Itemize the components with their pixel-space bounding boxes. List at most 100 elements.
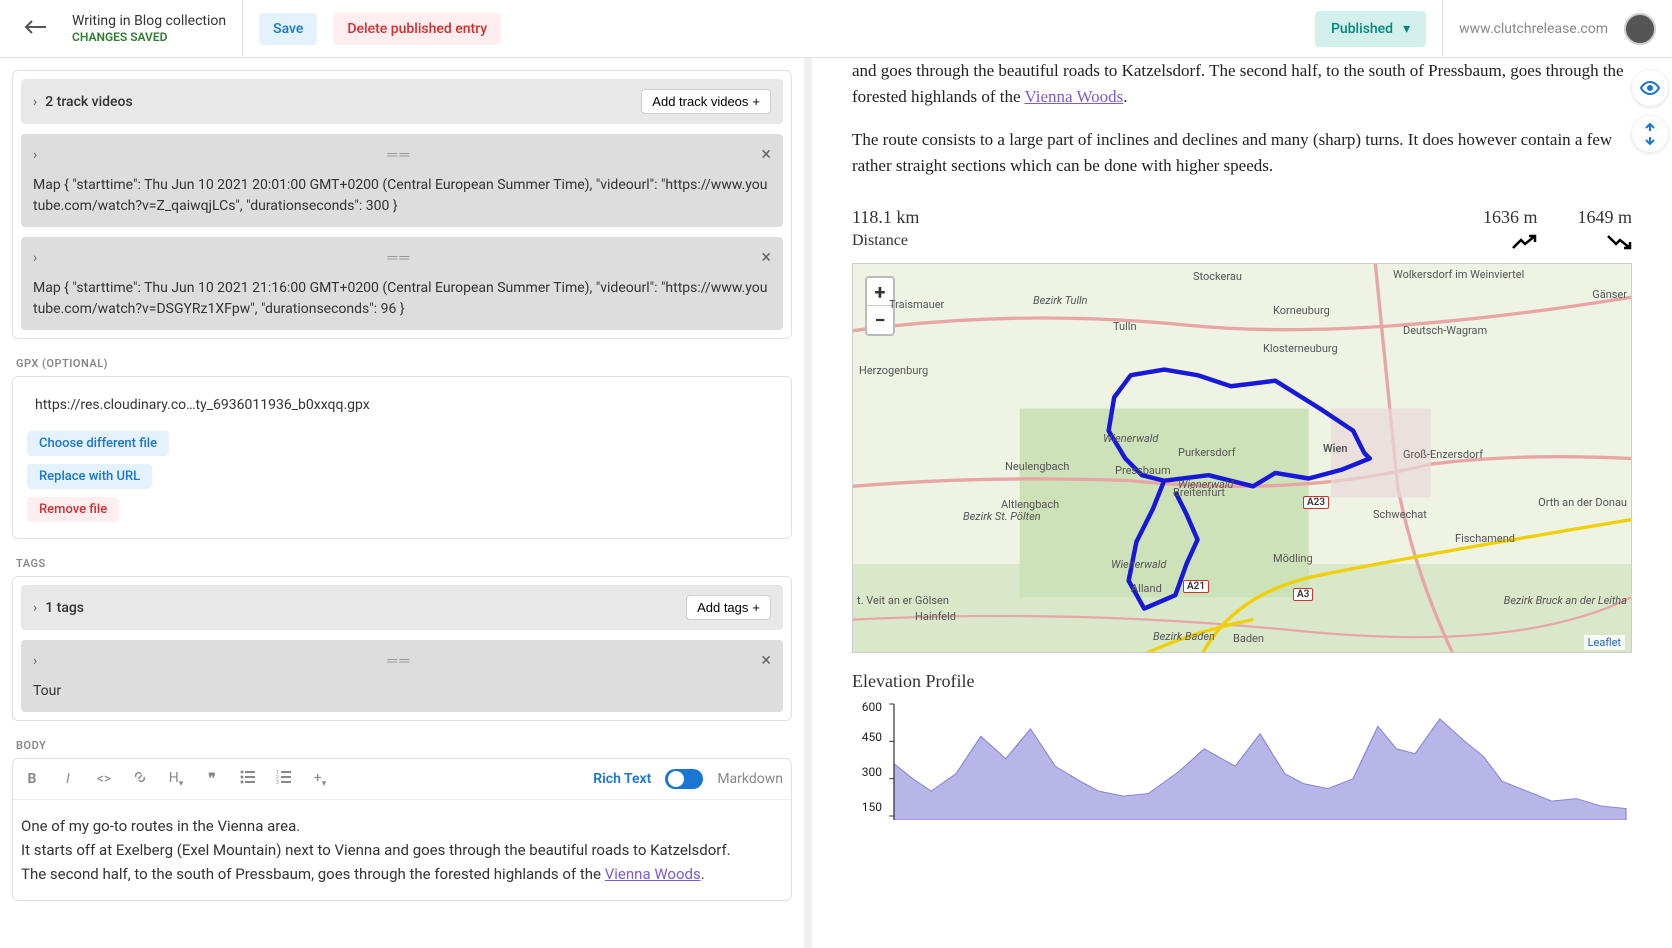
link-icon[interactable] (129, 769, 151, 789)
chevron-right-icon[interactable]: › (33, 250, 37, 266)
delete-button[interactable]: Delete published entry (333, 13, 501, 45)
bullet-list-icon[interactable] (237, 770, 259, 788)
map-place-label: Wienerwald (1103, 432, 1158, 445)
chevron-right-icon[interactable]: › (33, 600, 37, 616)
editor-content[interactable]: One of my go-to routes in the Vienna are… (13, 800, 791, 900)
map-place-label: Wolkersdorf im Weinviertel (1393, 268, 1524, 281)
elevation-chart: 600 450 300 150 (852, 700, 1632, 820)
close-icon[interactable]: × (761, 144, 771, 165)
tag-content: Tour (33, 681, 771, 702)
distance-label: Distance (852, 232, 919, 250)
map-place-label: Hainfeld (915, 610, 956, 623)
code-icon[interactable]: <> (93, 771, 115, 787)
save-button[interactable]: Save (259, 13, 317, 45)
road-badge: A21 (1183, 580, 1209, 593)
track-video-item: › ══ × Map { "starttime": Thu Jun 10 202… (21, 237, 783, 330)
chevron-right-icon[interactable]: › (33, 94, 37, 110)
drag-handle-icon[interactable]: ══ (387, 249, 411, 266)
vienna-woods-link[interactable]: Vienna Woods (605, 865, 701, 883)
close-icon[interactable]: × (761, 247, 771, 268)
map-place-label: Bezirk Tulln (1033, 294, 1088, 307)
map-place-label: Purkersdorf (1178, 446, 1236, 459)
italic-icon[interactable]: I (57, 771, 79, 787)
elevation-up-value: 1636 m (1483, 207, 1538, 228)
avatar[interactable] (1624, 13, 1656, 45)
distance-value: 118.1 km (852, 207, 919, 228)
map-place-label: Orth an der Donau (1538, 496, 1627, 509)
map-place-label: Bezirk Baden (1153, 630, 1215, 643)
elevation-title: Elevation Profile (852, 671, 1632, 692)
vienna-woods-link[interactable]: Vienna Woods (1024, 87, 1123, 106)
map-place-label: Bezirk St. Pölten (963, 510, 1041, 523)
site-url[interactable]: www.clutchrelease.com (1459, 21, 1608, 37)
elevation-down-value: 1649 m (1577, 207, 1632, 228)
back-button[interactable] (16, 10, 56, 48)
leaflet-attribution[interactable]: Leaflet (1584, 635, 1625, 650)
track-videos-header: 2 track videos (45, 94, 633, 110)
remove-file-button[interactable]: Remove file (27, 497, 119, 522)
road-badge: A23 (1303, 496, 1329, 509)
map-place-label: Wien (1323, 442, 1348, 455)
map-place-label: Klosterneuburg (1263, 342, 1338, 355)
plus-icon: + (752, 600, 760, 615)
map-place-label: Tulln (1113, 320, 1137, 333)
preview-paragraph: The route consists to a large part of in… (852, 127, 1632, 180)
chevron-right-icon[interactable]: › (33, 653, 37, 669)
drag-handle-icon[interactable]: ══ (387, 652, 411, 669)
richtext-mode[interactable]: Rich Text (593, 771, 651, 787)
map-place-label: Gänser (1592, 288, 1627, 301)
tags-header: 1 tags (45, 600, 678, 616)
scroll-sync-icon[interactable] (1632, 116, 1668, 152)
trending-down-icon (1606, 234, 1632, 255)
road-badge: A3 (1293, 588, 1313, 601)
preview-toggle-icon[interactable] (1632, 70, 1668, 106)
map-place-label: Groß-Enzersdorf (1403, 448, 1483, 461)
map-place-label: Herzogenburg (859, 364, 928, 377)
bold-icon[interactable]: B (21, 771, 43, 787)
map-place-label: Deutsch-Wagram (1403, 324, 1487, 337)
map-place-label: Wienerwald (1111, 558, 1166, 571)
gpx-label: GPX (OPTIONAL) (16, 357, 792, 370)
editor-mode-toggle[interactable] (665, 769, 703, 789)
body-editor: B I <> H▾ ❞ 123 +▾ Rich T (12, 758, 792, 901)
map-place-label: Pressbaum (1115, 464, 1171, 477)
chevron-down-icon: ▾ (1403, 21, 1410, 37)
add-track-videos-button[interactable]: Add track videos + (641, 89, 771, 114)
map-place-label: Bezirk Bruck an der Leitha (1504, 594, 1627, 607)
map-place-label: Neulengbach (1005, 460, 1069, 473)
map-place-label: Fischamend (1455, 532, 1515, 545)
choose-file-button[interactable]: Choose different file (27, 431, 169, 456)
map-place-label: Baden (1233, 632, 1264, 645)
track-video-content: Map { "starttime": Thu Jun 10 2021 21:16… (33, 278, 771, 320)
trending-up-icon (1511, 234, 1537, 255)
numbered-list-icon[interactable]: 123 (273, 770, 295, 788)
map-place-label: Schwechat (1373, 508, 1427, 521)
drag-handle-icon[interactable]: ══ (387, 146, 411, 163)
close-icon[interactable]: × (761, 650, 771, 671)
route-map[interactable]: + − Leaflet Stockerau Wolkersdorf im Wei… (852, 263, 1632, 653)
track-video-content: Map { "starttime": Thu Jun 10 2021 20:01… (33, 175, 771, 217)
replace-url-button[interactable]: Replace with URL (27, 464, 152, 489)
map-place-label: Traismauer (889, 298, 944, 311)
published-dropdown[interactable]: Published ▾ (1315, 11, 1426, 47)
heading-icon[interactable]: H▾ (165, 770, 187, 789)
add-block-icon[interactable]: +▾ (309, 770, 331, 789)
tag-item: › ══ × Tour (21, 640, 783, 712)
svg-text:3: 3 (276, 780, 279, 784)
preview-paragraph: and goes through the beautiful roads to … (852, 58, 1632, 111)
add-tags-button[interactable]: Add tags + (686, 595, 771, 620)
map-place-label: Stockerau (1193, 270, 1242, 283)
quote-icon[interactable]: ❞ (201, 771, 223, 787)
map-place-label: Mödling (1273, 552, 1313, 565)
gpx-section: https://res.cloudinary.co…ty_6936011936_… (12, 376, 792, 539)
body-label: BODY (16, 739, 792, 752)
markdown-mode[interactable]: Markdown (717, 771, 783, 787)
tags-section: › 1 tags Add tags + › ══ × Tour (12, 576, 792, 721)
save-status: CHANGES SAVED (72, 30, 226, 46)
map-place-label: Alland (1131, 582, 1162, 595)
tags-label: TAGS (16, 557, 792, 570)
chevron-right-icon[interactable]: › (33, 147, 37, 163)
gpx-url: https://res.cloudinary.co…ty_6936011936_… (27, 389, 777, 427)
plus-icon: + (752, 94, 760, 109)
map-place-label: Breitenfurt (1173, 486, 1225, 499)
